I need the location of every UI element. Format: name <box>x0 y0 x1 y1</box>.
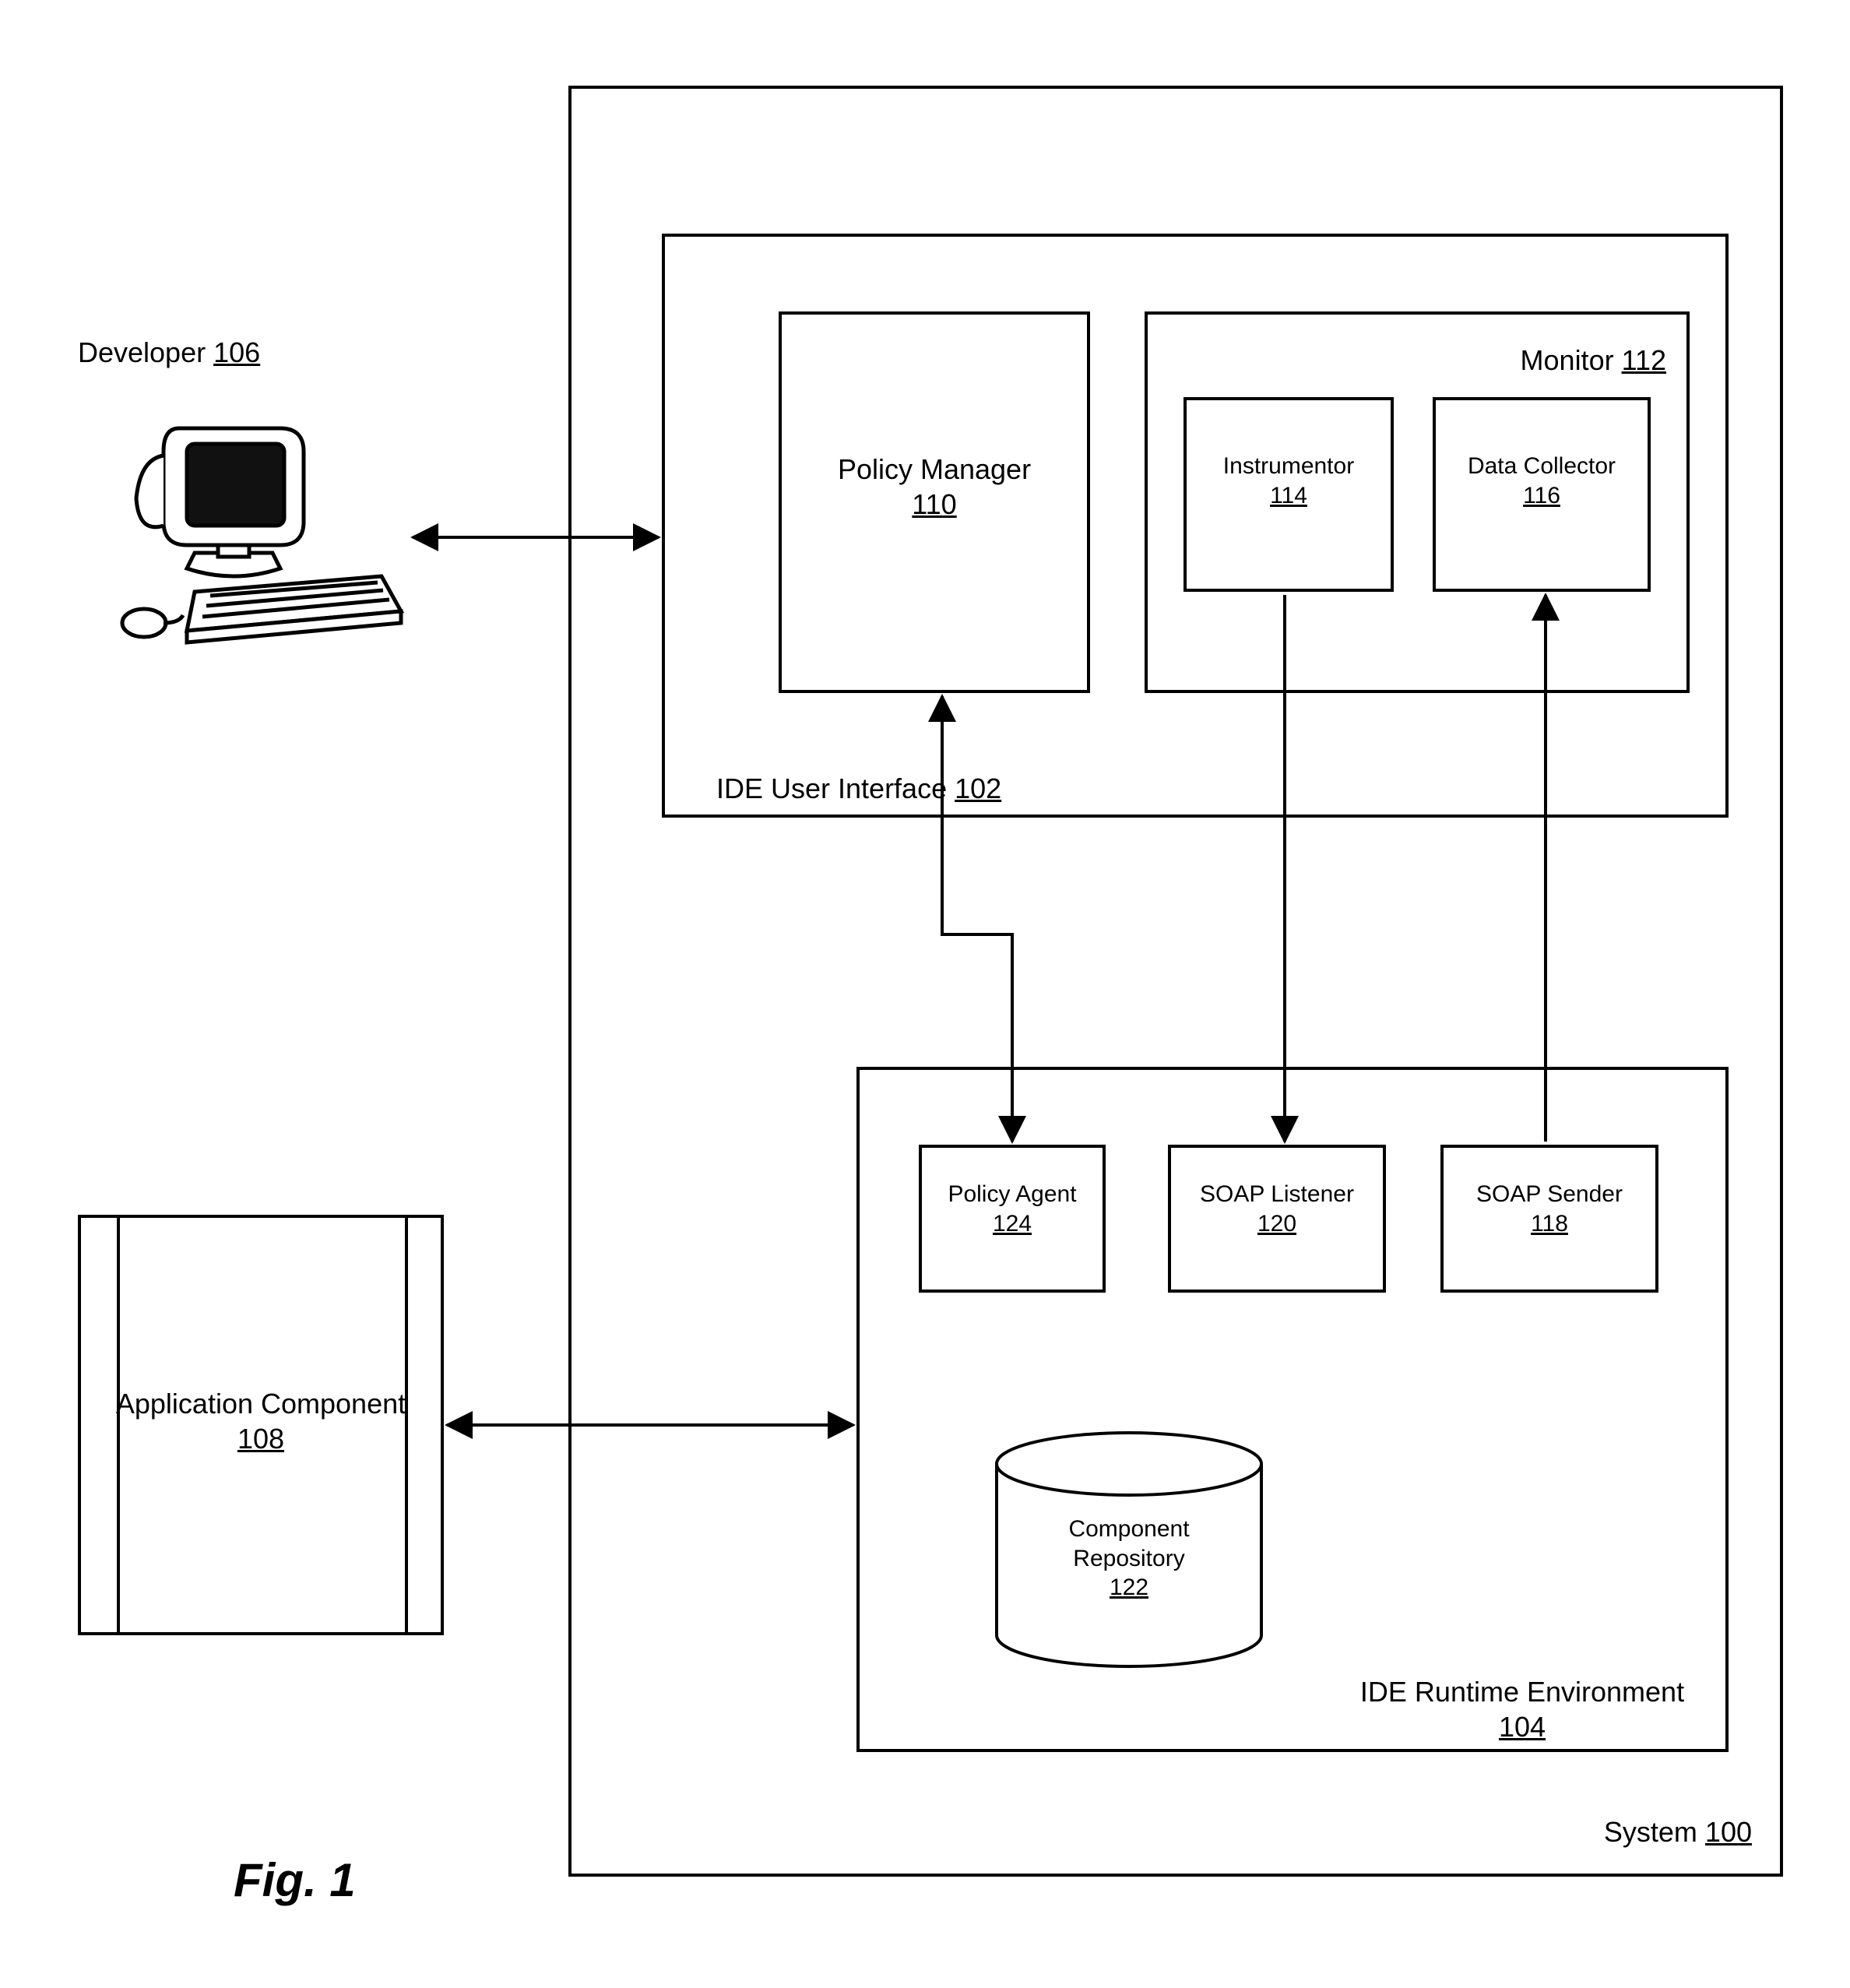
system-num: 100 <box>1705 1816 1752 1848</box>
policy-agent-label: Policy Agent 124 <box>919 1180 1106 1238</box>
policy-manager-name: Policy Manager <box>779 452 1090 487</box>
instrumentor-num: 114 <box>1184 481 1394 511</box>
ide-runtime-num: 104 <box>1339 1709 1705 1744</box>
component-repository-label: Component Repository 122 <box>997 1515 1261 1603</box>
soap-listener-name: SOAP Listener <box>1168 1180 1386 1209</box>
developer-name: Developer <box>78 336 206 368</box>
diagram-canvas: System 100 IDE User Interface 102 Policy… <box>0 0 1850 1988</box>
computer-icon <box>93 389 405 654</box>
data-collector-name: Data Collector <box>1433 452 1651 481</box>
component-repository-num: 122 <box>997 1573 1261 1603</box>
monitor-num: 112 <box>1622 344 1666 376</box>
system-name: System <box>1604 1816 1697 1848</box>
policy-agent-name: Policy Agent <box>919 1180 1106 1209</box>
instrumentor-name: Instrumentor <box>1184 452 1394 481</box>
developer-label: Developer 106 <box>78 335 260 370</box>
system-label: System 100 <box>1534 1814 1752 1849</box>
soap-sender-name: SOAP Sender <box>1440 1180 1658 1209</box>
ide-ui-name: IDE User Interface <box>716 772 947 804</box>
data-collector-num: 116 <box>1433 481 1651 511</box>
soap-listener-label: SOAP Listener 120 <box>1168 1180 1386 1238</box>
soap-sender-label: SOAP Sender 118 <box>1440 1180 1658 1238</box>
policy-agent-num: 124 <box>919 1209 1106 1239</box>
monitor-label: Monitor 112 <box>1487 343 1666 378</box>
ide-ui-num: 102 <box>955 772 1001 804</box>
soap-listener-num: 120 <box>1168 1209 1386 1239</box>
developer-num: 106 <box>213 336 260 368</box>
monitor-name: Monitor <box>1521 344 1614 376</box>
component-repository-name2: Repository <box>997 1544 1261 1574</box>
app-component-label: Application Component 108 <box>78 1386 444 1456</box>
ide-ui-label: IDE User Interface 102 <box>716 771 1001 806</box>
ide-runtime-label: IDE Runtime Environment 104 <box>1339 1674 1705 1744</box>
data-collector-label: Data Collector 116 <box>1433 452 1651 510</box>
policy-manager-label: Policy Manager 110 <box>779 452 1090 522</box>
instrumentor-label: Instrumentor 114 <box>1184 452 1394 510</box>
soap-sender-num: 118 <box>1440 1209 1658 1239</box>
app-component-num: 108 <box>78 1421 444 1456</box>
component-repository-name1: Component <box>997 1515 1261 1544</box>
ide-runtime-name: IDE Runtime Environment <box>1339 1674 1705 1709</box>
figure-label: Fig. 1 <box>234 1853 356 1907</box>
app-component-name: Application Component <box>78 1386 444 1421</box>
policy-manager-num: 110 <box>779 487 1090 522</box>
